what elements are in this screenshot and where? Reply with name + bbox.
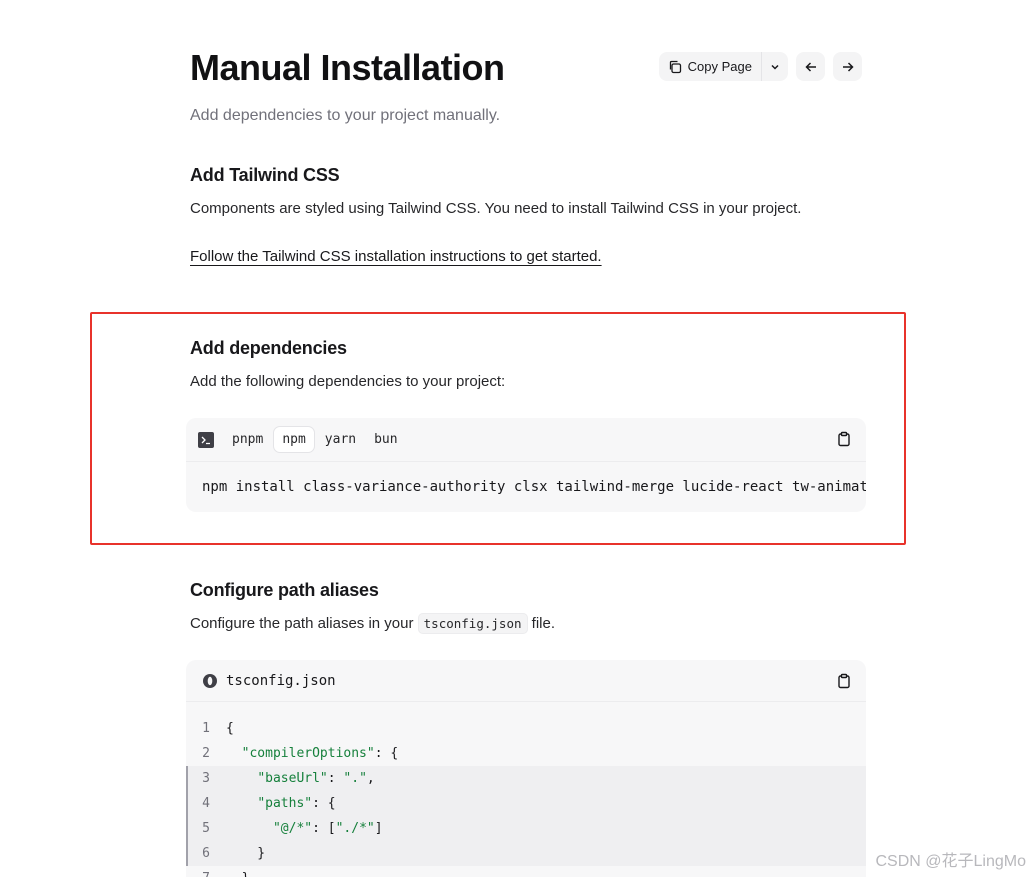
chevron-down-icon bbox=[771, 64, 779, 70]
line-text: "baseUrl": ".", bbox=[257, 771, 375, 786]
tailwind-install-link[interactable]: Follow the Tailwind CSS installation ins… bbox=[190, 248, 602, 265]
code-line-highlighted: 6 } bbox=[186, 841, 866, 866]
code-block-header: tsconfig.json bbox=[186, 660, 866, 702]
line-number: 6 bbox=[202, 846, 210, 861]
tailwind-description: Components are styled using Tailwind CSS… bbox=[190, 200, 802, 217]
tab-bun[interactable]: bun bbox=[366, 427, 405, 452]
dependencies-description: Add the following dependencies to your p… bbox=[190, 373, 506, 390]
line-text: "compilerOptions": { bbox=[241, 746, 399, 761]
previous-page-button[interactable] bbox=[796, 52, 825, 81]
section-heading-dependencies: Add dependencies bbox=[190, 338, 347, 358]
path-aliases-description: Configure the path aliases in your tscon… bbox=[190, 613, 556, 634]
line-text: } bbox=[226, 871, 250, 877]
copy-command-button[interactable] bbox=[836, 431, 852, 452]
code-line: 1 { bbox=[186, 716, 866, 741]
tsconfig-inline-code: tsconfig.json bbox=[417, 613, 528, 634]
package-manager-tabs: pnpm npm yarn bun bbox=[186, 418, 866, 462]
line-number: 2 bbox=[202, 746, 210, 761]
copy-code-button[interactable] bbox=[836, 673, 852, 694]
line-number: 5 bbox=[202, 821, 210, 836]
line-text: "@/*": ["./*"] bbox=[272, 821, 383, 836]
line-text: } bbox=[226, 846, 266, 861]
tab-npm[interactable]: npm bbox=[273, 426, 315, 453]
code-line: 2 "compilerOptions": { bbox=[186, 741, 866, 766]
line-number: 7 bbox=[186, 871, 226, 877]
code-file-name: tsconfig.json bbox=[226, 672, 336, 689]
path-aliases-text-before: Configure the path aliases in your bbox=[190, 615, 414, 632]
file-type-icon bbox=[203, 673, 217, 688]
line-number: 3 bbox=[202, 771, 210, 786]
copy-page-group: Copy Page bbox=[658, 52, 788, 81]
line-number: 1 bbox=[202, 721, 210, 736]
clipboard-icon bbox=[838, 673, 850, 689]
line-text: "paths": { bbox=[257, 796, 336, 811]
tab-pnpm[interactable]: pnpm bbox=[224, 427, 271, 452]
code-line-highlighted: 3 "baseUrl": ".", bbox=[186, 766, 866, 791]
section-heading-path-aliases: Configure path aliases bbox=[190, 580, 379, 600]
code-line-highlighted: 4 "paths": { bbox=[186, 791, 866, 816]
tab-yarn[interactable]: yarn bbox=[317, 427, 364, 452]
code-line-highlighted: 5 "@/*": ["./*"] bbox=[186, 816, 866, 841]
code-body[interactable]: 1 { 2 "compilerOptions": { 3 "baseUrl": … bbox=[186, 702, 866, 877]
section-heading-tailwind: Add Tailwind CSS bbox=[190, 165, 340, 185]
copy-icon bbox=[669, 60, 681, 73]
watermark: CSDN @花子LingMo bbox=[875, 853, 1026, 870]
install-command-text[interactable]: npm install class-variance-authority cls… bbox=[186, 462, 866, 512]
code-line: 7 } bbox=[186, 866, 866, 877]
arrow-right-icon bbox=[842, 61, 854, 72]
path-aliases-text-after: file. bbox=[531, 615, 556, 632]
page-header: Manual Installation Copy Page bbox=[190, 46, 866, 90]
page-toolbar: Copy Page bbox=[658, 52, 862, 81]
copy-options-button[interactable] bbox=[761, 52, 788, 81]
tsconfig-code-block: tsconfig.json 1 { 2 "compilerOptions": {… bbox=[186, 660, 866, 877]
clipboard-icon bbox=[838, 431, 850, 447]
copy-page-button[interactable]: Copy Page bbox=[659, 52, 761, 81]
line-number: 4 bbox=[202, 796, 210, 811]
page-subtitle: Add dependencies to your project manuall… bbox=[190, 107, 501, 124]
arrow-left-icon bbox=[804, 61, 816, 72]
line-text: { bbox=[226, 721, 234, 736]
terminal-icon bbox=[198, 431, 214, 448]
page-title: Manual Installation bbox=[190, 47, 505, 88]
install-command-block: pnpm npm yarn bun npm install class-vari… bbox=[186, 418, 866, 512]
copy-page-label: Copy Page bbox=[687, 59, 752, 74]
next-page-button[interactable] bbox=[833, 52, 862, 81]
